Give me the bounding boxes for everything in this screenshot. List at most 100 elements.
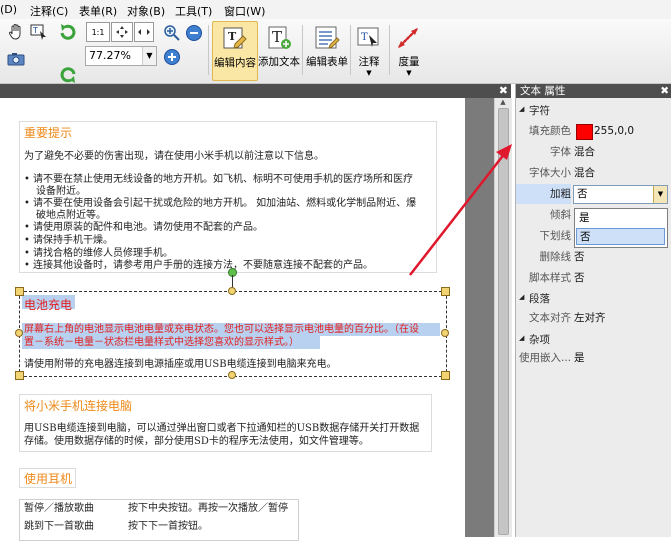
usb-line: 存储。使用数据存储的时候，部分使用SD卡的程序无法使用，如文件管理等。 xyxy=(24,436,369,447)
collapse-icon[interactable]: ◢ xyxy=(519,293,524,301)
group-label: 段落 xyxy=(529,293,550,305)
actual-size-icon[interactable]: 1:1 xyxy=(86,22,110,42)
bold-dropdown-list: 是 否 xyxy=(574,208,668,248)
prop-label: 文本对齐 xyxy=(529,312,571,324)
resize-handle[interactable] xyxy=(228,287,236,295)
zoom-in-search-icon[interactable] xyxy=(162,23,182,43)
bullet-dot: • xyxy=(24,198,30,209)
toolbar-separator xyxy=(208,25,209,75)
hand-tool-icon[interactable] xyxy=(6,22,26,42)
battery-line: 请使用附带的充电器连接到电源插座或用USB电缆连接到电脑来充电。 xyxy=(24,359,337,370)
chevron-down-icon[interactable]: ▼ xyxy=(394,69,424,77)
scroll-up-icon[interactable]: ▲ xyxy=(498,98,508,107)
prop-label: 字体大小 xyxy=(529,167,571,179)
measure-button[interactable]: 度量 ▼ xyxy=(394,21,424,79)
battery-title: 电池充电 xyxy=(24,298,73,312)
svg-text:T: T xyxy=(32,26,38,35)
edit-content-button[interactable]: T 编辑内容 xyxy=(212,21,258,81)
group-character[interactable]: ◢ 字符 xyxy=(516,103,668,117)
prop-strikethrough[interactable]: 删除线 否 xyxy=(516,247,668,267)
zoom-select[interactable]: 77.27% ▼ xyxy=(85,46,157,66)
menu-object[interactable]: 对象(B) xyxy=(127,3,165,19)
annotate-label: 注释 xyxy=(358,56,380,68)
zoom-value: 77.27% xyxy=(89,49,131,62)
prop-label: 字体 xyxy=(550,146,571,158)
resize-handle[interactable] xyxy=(15,287,24,296)
notice-bullet: 连接其他设备时，请参考用户手册的连接方法，不要随意连接不配套的产品。 xyxy=(33,260,373,271)
menu-window[interactable]: 窗口(W) xyxy=(224,3,265,19)
usb-line: 用USB电缆连接到电脑，可以通过弹出窗口或者下拉通知栏的USB数据存储开关打开数… xyxy=(24,423,420,434)
resize-handle[interactable] xyxy=(228,371,236,379)
prop-use-embedded[interactable]: 使用嵌入... 是 xyxy=(516,348,668,368)
bold-dropdown[interactable]: 否 ▼ xyxy=(573,185,668,204)
chevron-down-icon[interactable]: ▼ xyxy=(354,69,384,77)
rotate-ccw-icon[interactable] xyxy=(58,65,78,85)
scroll-thumb[interactable] xyxy=(498,108,509,535)
notice-title: 重要提示 xyxy=(24,126,73,140)
add-text-button[interactable]: T 添加文本 xyxy=(258,21,300,79)
prop-label: 填充颜色 xyxy=(529,125,571,137)
resize-handle[interactable] xyxy=(441,329,449,337)
prop-value: 255,0,0 xyxy=(594,125,635,137)
menu-tools[interactable]: 工具(T) xyxy=(175,3,212,19)
notice-bullet: 请使用原装的配件和电池。请勿使用不配套的产品。 xyxy=(33,222,263,233)
resize-handle[interactable] xyxy=(15,329,23,337)
collapse-icon[interactable]: ◢ xyxy=(519,105,524,113)
snapshot-icon[interactable] xyxy=(6,49,26,69)
notice-bullet: 请保持手机干燥。 xyxy=(33,235,113,246)
fit-page-icon[interactable] xyxy=(111,22,133,42)
edit-content-icon: T xyxy=(221,26,249,52)
svg-text:T: T xyxy=(228,30,237,43)
pdf-page: 重要提示 为了避免不必要的伤害出现，请在使用小米手机以前注意以下信息。 • 请不… xyxy=(0,98,465,541)
prop-script-style[interactable]: 脚本样式 否 xyxy=(516,268,668,288)
measure-icon xyxy=(395,25,423,51)
zoom-out-icon[interactable] xyxy=(184,23,204,43)
select-text-icon[interactable]: T xyxy=(29,22,49,42)
menu-document[interactable]: (D) xyxy=(0,3,17,16)
group-label: 字符 xyxy=(529,105,550,117)
prop-bold[interactable]: 加粗 否 ▼ xyxy=(516,184,668,204)
resize-handle[interactable] xyxy=(441,371,450,380)
resize-handle[interactable] xyxy=(15,371,24,380)
close-icon[interactable]: ✖ xyxy=(499,84,508,98)
fit-width-icon[interactable] xyxy=(134,22,154,42)
bullet-dot: • xyxy=(24,235,30,246)
edit-form-button[interactable]: 编辑表单 xyxy=(305,21,349,79)
vertical-scrollbar[interactable]: ▲ xyxy=(494,98,512,537)
prop-fill-color[interactable]: 填充颜色 255,0,0 xyxy=(516,121,668,141)
document-view: 重要提示 为了避免不必要的伤害出现，请在使用小米手机以前注意以下信息。 • 请不… xyxy=(0,98,494,541)
chevron-down-icon[interactable]: ▼ xyxy=(653,186,667,203)
toolbar: T 1:1 77.27% ▼ T 编辑内容 T 添加文本 编辑表单 T 注释 ▼… xyxy=(0,19,671,84)
battery-line: 屏幕右上角的电池显示电池电量或充电状态。您也可以选择显示电池电量的百分比。（在设 xyxy=(24,324,419,335)
color-swatch[interactable] xyxy=(576,124,593,140)
battery-line: 置－系统－电量－状态栏电量样式中选择您喜欢的显示样式。） xyxy=(24,337,299,348)
prop-value: 否 xyxy=(574,272,585,284)
prop-value: 混合 xyxy=(574,146,595,158)
resize-handle[interactable] xyxy=(441,287,450,296)
chevron-down-icon[interactable]: ▼ xyxy=(142,47,156,65)
menu-form[interactable]: 表单(R) xyxy=(79,3,117,19)
group-misc[interactable]: ◢ 杂项 xyxy=(516,332,668,346)
table-cell-desc: 按下中央按钮。再按一次播放／暂停 xyxy=(128,503,288,514)
collapse-icon[interactable]: ◢ xyxy=(519,334,524,342)
prop-text-align[interactable]: 文本对齐 左对齐 xyxy=(516,308,668,328)
close-icon[interactable]: ✖ xyxy=(660,84,669,98)
panel-title-bar: 文本 属性 ✖ xyxy=(516,84,671,98)
menu-comment[interactable]: 注释(C) xyxy=(30,3,68,19)
notice-intro: 为了避免不必要的伤害出现，请在使用小米手机以前注意以下信息。 xyxy=(24,151,324,162)
usb-title: 将小米手机连接电脑 xyxy=(24,399,133,413)
annotate-button[interactable]: T 注释 ▼ xyxy=(354,21,384,79)
zoom-in-icon[interactable] xyxy=(162,47,182,67)
group-paragraph[interactable]: ◢ 段落 xyxy=(516,291,668,305)
table-cell-desc: 按下下一首按钮。 xyxy=(128,521,208,532)
edit-content-label: 编辑内容 xyxy=(214,57,256,69)
prop-font[interactable]: 字体 混合 xyxy=(516,142,668,162)
dropdown-option-no[interactable]: 否 xyxy=(576,228,665,245)
notice-bullet: 请不要在使用设备会引起干扰或危险的地方开机。 如加油站、燃料或化学制品附近、爆 xyxy=(33,198,417,209)
edit-form-icon xyxy=(313,25,341,51)
prop-font-size[interactable]: 字体大小 混合 xyxy=(516,163,668,183)
rotate-cw-icon[interactable] xyxy=(58,22,78,42)
dropdown-option-yes[interactable]: 是 xyxy=(576,210,665,227)
prop-label: 使用嵌入... xyxy=(518,352,571,364)
svg-text:T: T xyxy=(361,32,368,43)
